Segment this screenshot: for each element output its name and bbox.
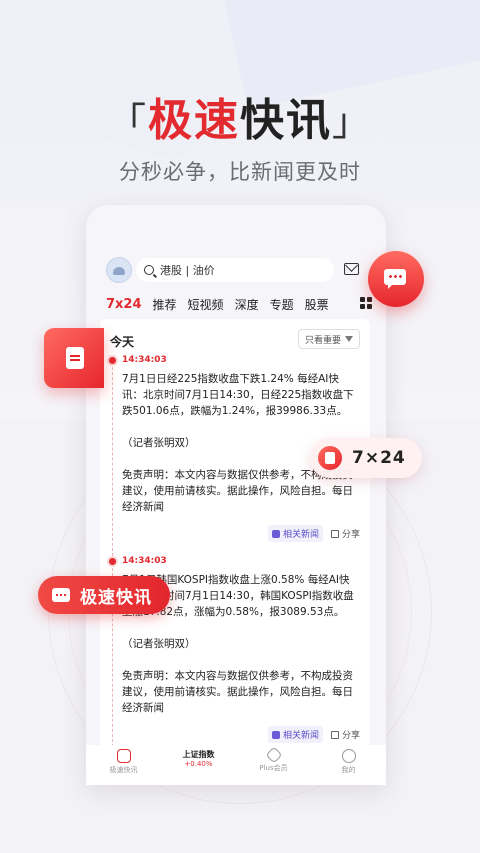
- index-name: 上证指数: [182, 750, 215, 759]
- filter-label: 只看重要: [304, 335, 341, 346]
- related-news-label: 相关新闻: [282, 530, 319, 540]
- category-tabs: 7x24 推荐 短视频 深度 专题 股票: [86, 291, 386, 317]
- diamond-icon: [265, 746, 282, 764]
- tab-stocks[interactable]: 股票: [305, 296, 329, 313]
- news-feed: 今天 只看重要 14:34:03 7月1日日经225指数收盘下跌1.24% 每经…: [100, 319, 370, 749]
- tab-7x24[interactable]: 7x24: [106, 297, 142, 312]
- nav-mine[interactable]: 我的: [324, 749, 374, 775]
- avatar[interactable]: [106, 257, 132, 283]
- nav-plus-label: Plus会员: [259, 764, 288, 772]
- search-text: 港股 | 油价: [160, 264, 215, 277]
- news-time: 14:34:03: [122, 556, 167, 566]
- tab-topics[interactable]: 专题: [270, 296, 294, 313]
- message-icon: [52, 588, 70, 602]
- hero-bracket-open: 「: [107, 100, 148, 144]
- news-actions: 相关新闻 分享: [240, 525, 360, 542]
- nav-plus[interactable]: Plus会员: [249, 746, 299, 773]
- timeline-line: [112, 357, 113, 747]
- related-news-icon: [271, 730, 280, 739]
- news-actions: 相关新闻 分享: [240, 726, 360, 743]
- nav-flash-label: 极速快讯: [109, 766, 138, 774]
- related-news-icon: [271, 529, 280, 538]
- news-headline: 7月1日日经225指数收盘下跌1.24% 每经AI快讯：北京时间7月1日14:3…: [122, 373, 354, 417]
- share-icon: [330, 529, 339, 538]
- phone-mockup: 港股 | 油价 7x24 推荐 短视频 深度 专题 股票 今天 只看重要 14:…: [86, 205, 386, 785]
- bottom-navigation: 极速快讯 上证指数 +0.40% Plus会员 我的: [86, 745, 386, 785]
- news-doc-icon: [318, 446, 342, 470]
- badge-flash-news: 极速快讯: [38, 576, 170, 614]
- document-icon: [44, 328, 104, 388]
- nav-mine-label: 我的: [341, 766, 356, 774]
- section-title: 今天: [110, 335, 135, 349]
- grid-menu-icon[interactable]: [360, 297, 372, 309]
- news-disclaimer: 免责声明：本文内容与数据仅供参考，不构成投资建议，使用前请核实。据此操作，风险自…: [122, 670, 353, 714]
- timeline-dot: [109, 558, 116, 565]
- share-icon: [330, 730, 339, 739]
- related-news-button[interactable]: 相关新闻: [267, 525, 323, 542]
- hero-title: 「极速快讯」: [0, 84, 480, 148]
- hero-subtitle: 分秒必争，比新闻更及时: [119, 160, 361, 184]
- badge-7x24: 7×24: [310, 438, 422, 478]
- tab-depth[interactable]: 深度: [235, 296, 259, 313]
- tab-short-video[interactable]: 短视频: [188, 296, 224, 313]
- important-only-button[interactable]: 只看重要: [297, 329, 360, 349]
- flash-icon: [116, 749, 131, 763]
- badge-flash-text: 极速快讯: [80, 587, 152, 608]
- hero-title-red: 极速: [148, 95, 240, 146]
- nav-index[interactable]: 上证指数 +0.40%: [174, 749, 224, 768]
- user-icon: [341, 749, 356, 763]
- mail-icon[interactable]: [344, 263, 359, 275]
- app-top-bar: 港股 | 油价: [86, 255, 386, 289]
- news-reporter: （记者张明双）: [122, 638, 196, 650]
- chat-bubble-icon: [368, 251, 424, 307]
- share-label: 分享: [341, 530, 360, 540]
- tab-recommend[interactable]: 推荐: [153, 296, 177, 313]
- search-icon: [144, 265, 154, 275]
- share-button[interactable]: 分享: [330, 728, 360, 741]
- search-input[interactable]: 港股 | 油价: [136, 258, 334, 282]
- badge-7x24-text: 7×24: [352, 448, 406, 468]
- nav-flash[interactable]: 极速快讯: [99, 749, 149, 775]
- index-change: +0.40%: [184, 760, 213, 768]
- related-news-button[interactable]: 相关新闻: [267, 726, 323, 743]
- news-time: 14:34:03: [122, 355, 167, 365]
- share-label: 分享: [341, 731, 360, 741]
- share-button[interactable]: 分享: [330, 527, 360, 540]
- related-news-label: 相关新闻: [282, 731, 319, 741]
- hero-bracket-close: 」: [332, 100, 373, 144]
- timeline-dot: [109, 357, 116, 364]
- hero-title-dark: 快讯: [240, 95, 332, 146]
- filter-icon: [345, 336, 353, 342]
